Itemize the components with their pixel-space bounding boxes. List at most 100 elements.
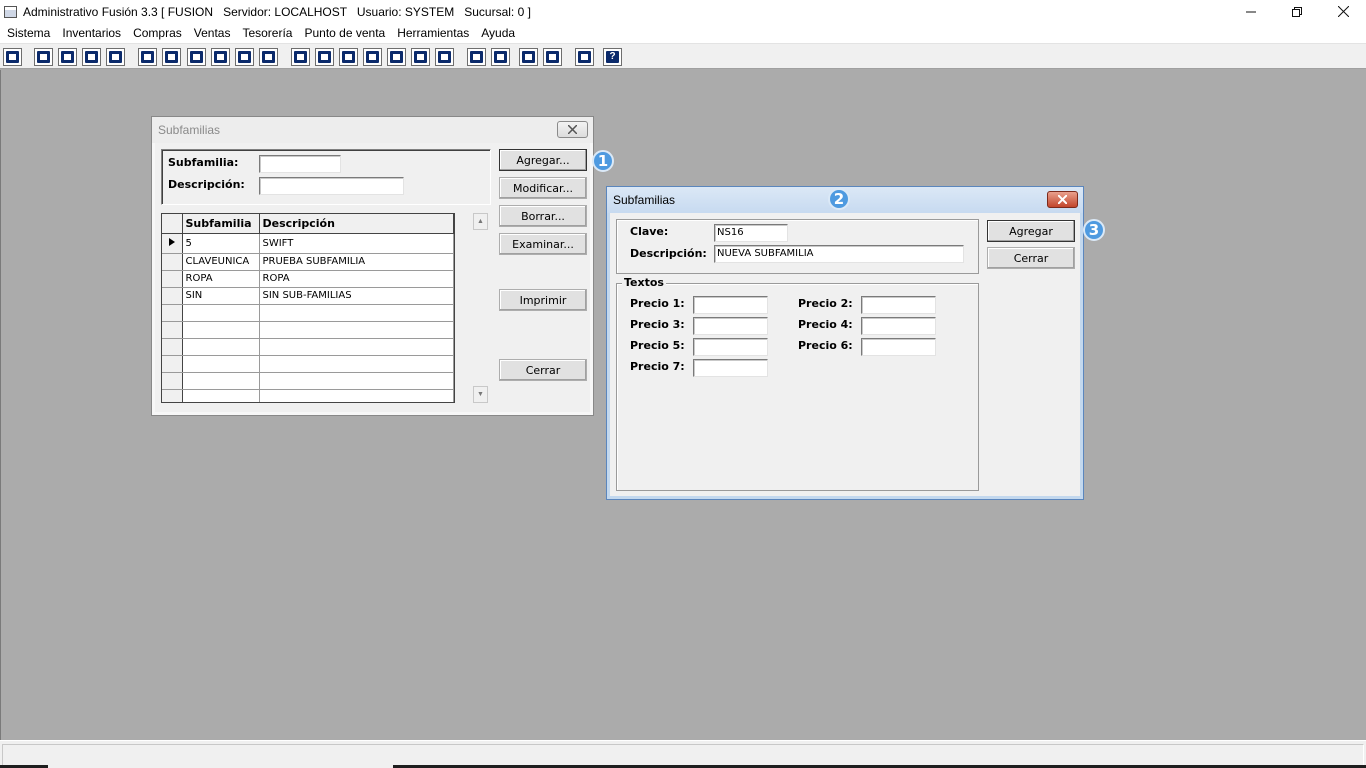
menu-inventarios[interactable]: Inventarios (56, 23, 127, 43)
borrar-button-label: Borrar... (521, 209, 565, 223)
folder-icon[interactable] (162, 48, 181, 66)
cerrar-button-label: Cerrar (525, 363, 561, 377)
cerrar-button-label: Cerrar (1013, 251, 1049, 265)
table-row[interactable]: ROPA ROPA (162, 270, 454, 288)
agregar-button[interactable]: Agregar... (499, 149, 587, 171)
user-icon[interactable] (138, 48, 157, 66)
subfamilias-grid[interactable]: Subfamilia Descripción 5 SWIFT CLAVEUNIC… (161, 213, 455, 403)
zoom-icon[interactable] (491, 48, 510, 66)
back-arrow-icon[interactable] (575, 48, 594, 66)
list-icon[interactable] (259, 48, 278, 66)
search-icon[interactable] (106, 48, 125, 66)
window-title: Subfamilias (158, 123, 221, 137)
close-icon[interactable] (1047, 191, 1078, 208)
cell-subfamilia[interactable] (182, 372, 260, 390)
close-icon[interactable] (1320, 0, 1366, 23)
cell-descripcion[interactable]: SIN SUB-FAMILIAS (259, 287, 454, 305)
restore-icon[interactable] (1274, 0, 1320, 23)
table-row[interactable] (162, 355, 454, 373)
cell-descripcion[interactable] (259, 372, 454, 390)
cell-subfamilia[interactable] (182, 321, 260, 339)
cell-subfamilia[interactable]: SIN (182, 287, 260, 305)
agregar-button[interactable]: Agregar (987, 220, 1075, 242)
cell-subfamilia[interactable] (182, 355, 260, 373)
table-row[interactable]: 5 SWIFT (162, 233, 454, 254)
table-row[interactable] (162, 321, 454, 339)
export-icon[interactable] (339, 48, 358, 66)
columns-icon[interactable] (291, 48, 310, 66)
window-title: Subfamilias (613, 193, 676, 207)
column-header-subfamilia[interactable]: Subfamilia (182, 214, 260, 234)
cell-descripcion[interactable] (259, 355, 454, 373)
clipboard-icon[interactable] (58, 48, 77, 66)
menu-tesoreria[interactable]: Tesorería (236, 23, 298, 43)
precio-3-input[interactable] (693, 317, 768, 335)
precio-1-input[interactable] (693, 296, 768, 314)
precio-6-input[interactable] (861, 338, 936, 356)
precio-3-label: Precio 3: (630, 318, 685, 331)
table-row[interactable] (162, 304, 454, 322)
column-header-descripcion[interactable]: Descripción (259, 214, 454, 234)
document-icon[interactable] (235, 48, 254, 66)
menu-punto-de-venta[interactable]: Punto de venta (298, 23, 391, 43)
borrar-button[interactable]: Borrar... (499, 205, 587, 227)
table-row[interactable] (162, 389, 454, 402)
menu-ayuda[interactable]: Ayuda (475, 23, 521, 43)
cell-subfamilia[interactable] (182, 338, 260, 356)
descripcion-input[interactable]: NUEVA SUBFAMILIA (714, 245, 964, 263)
report-icon[interactable] (411, 48, 430, 66)
menu-herramientas[interactable]: Herramientas (391, 23, 475, 43)
cell-descripcion[interactable] (259, 304, 454, 322)
add-icon[interactable] (363, 48, 382, 66)
cell-descripcion[interactable]: SWIFT (259, 233, 454, 254)
cell-descripcion[interactable]: ROPA (259, 270, 454, 288)
imprimir-button[interactable]: Imprimir (499, 289, 587, 311)
undo-icon[interactable] (543, 48, 562, 66)
menu-sistema[interactable]: Sistema (1, 23, 56, 43)
table-row[interactable]: SIN SIN SUB-FAMILIAS (162, 287, 454, 305)
calculator-icon[interactable] (3, 48, 22, 66)
help-icon[interactable]: ? (603, 48, 622, 66)
precio-5-input[interactable] (693, 338, 768, 356)
table-row[interactable] (162, 372, 454, 390)
dollar-icon[interactable] (387, 48, 406, 66)
examinar-button[interactable]: Examinar... (499, 233, 587, 255)
precio-2-input[interactable] (861, 296, 936, 314)
table-icon[interactable] (435, 48, 454, 66)
cell-subfamilia[interactable] (182, 389, 260, 402)
app-titlebar: Administrativo Fusión 3.3 [ FUSION Servi… (0, 0, 1366, 23)
scroll-up-icon[interactable]: ▲ (473, 213, 488, 230)
menu-ventas[interactable]: Ventas (188, 23, 237, 43)
cell-subfamilia[interactable]: 5 (182, 233, 260, 254)
copy-icon[interactable] (34, 48, 53, 66)
transfer-icon[interactable] (82, 48, 101, 66)
row-indicator (162, 389, 183, 402)
cell-descripcion[interactable] (259, 321, 454, 339)
scroll-down-icon[interactable]: ▼ (473, 386, 488, 403)
descripcion-filter-input[interactable] (259, 177, 404, 195)
clave-input[interactable]: NS16 (714, 224, 788, 242)
cell-subfamilia[interactable]: CLAVEUNICA (182, 253, 260, 271)
table-row[interactable]: CLAVEUNICA PRUEBA SUBFAMILIA (162, 253, 454, 271)
refresh-icon[interactable] (519, 48, 538, 66)
menu-compras[interactable]: Compras (127, 23, 188, 43)
box-icon[interactable] (315, 48, 334, 66)
precio-7-input[interactable] (693, 359, 768, 377)
cerrar-list-button[interactable]: Cerrar (499, 359, 587, 381)
cell-descripcion[interactable] (259, 389, 454, 402)
cell-subfamilia[interactable] (182, 304, 260, 322)
minimize-icon[interactable] (1228, 0, 1274, 23)
close-icon[interactable] (557, 121, 588, 138)
precio-4-input[interactable] (861, 317, 936, 335)
modificar-button[interactable]: Modificar... (499, 177, 587, 199)
cell-subfamilia[interactable]: ROPA (182, 270, 260, 288)
cell-descripcion[interactable]: PRUEBA SUBFAMILIA (259, 253, 454, 271)
subfamilia-filter-input[interactable] (259, 155, 341, 173)
import-icon[interactable] (187, 48, 206, 66)
cerrar-button[interactable]: Cerrar (987, 247, 1075, 269)
cell-descripcion[interactable] (259, 338, 454, 356)
grid-scrollbar[interactable]: ▲ ▼ (472, 213, 489, 403)
table-row[interactable] (162, 338, 454, 356)
printer-icon[interactable] (211, 48, 230, 66)
home-icon[interactable] (467, 48, 486, 66)
